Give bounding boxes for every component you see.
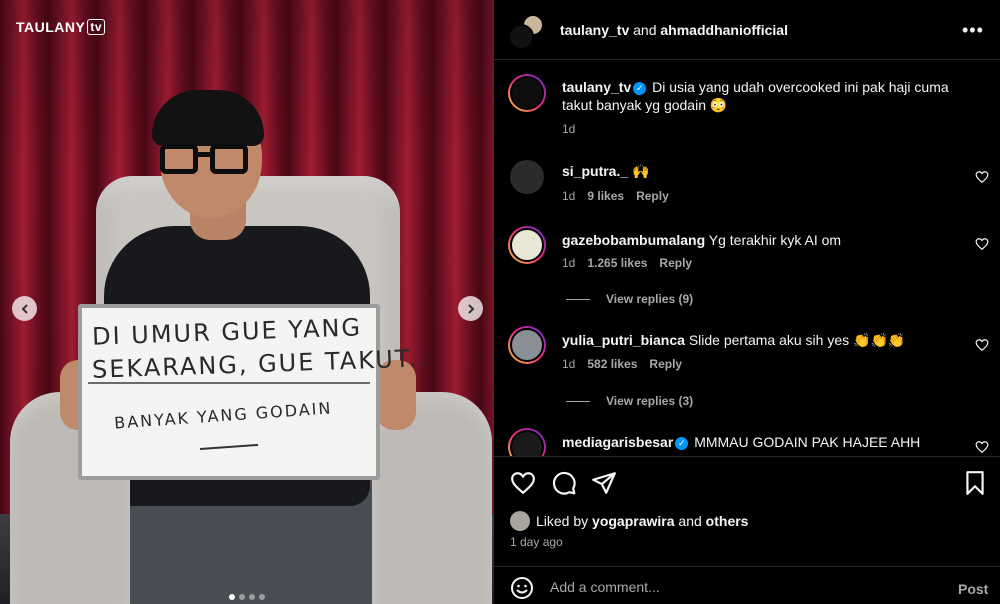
avatar[interactable] [508,428,546,456]
reply-button[interactable]: Reply [636,189,669,203]
next-slide-button[interactable] [458,296,483,321]
heart-icon[interactable] [975,237,989,251]
share-icon[interactable] [591,470,617,496]
username[interactable]: mediagarisbesar [562,434,673,450]
comment-text: 🙌 [632,163,650,179]
bookmark-icon[interactable] [962,470,988,496]
post-detail-panel: taulany_tv and ahmaddhaniofficial ••• ta… [494,0,1000,604]
previous-slide-button[interactable] [12,296,37,321]
emoji-icon[interactable] [510,576,534,600]
more-options-icon[interactable]: ••• [962,20,984,41]
post-photo: DI UMUR GUE YANG SEKARANG, GUE TAKUT.. B… [0,0,494,604]
username[interactable]: si_putra._ [562,163,628,179]
author-link[interactable]: taulany_tv [560,22,629,38]
whiteboard-sign: DI UMUR GUE YANG SEKARANG, GUE TAKUT.. B… [78,304,428,480]
verified-badge-icon: ✓ [633,81,647,95]
board-line-2: SEKARANG, GUE TAKUT.. [91,344,429,384]
caption-time: 1d [562,122,576,136]
avatar[interactable] [508,226,546,264]
collab-avatars[interactable] [508,14,544,50]
post-button[interactable]: Post [958,581,988,597]
username[interactable]: gazebobambumalang [562,232,705,248]
comment-text: Yg terakhir kyk AI om [708,232,842,248]
avatar [510,511,530,531]
author-link[interactable]: ahmaddhaniofficial [660,22,788,38]
heart-icon[interactable] [975,338,989,352]
carousel-dot [239,594,245,600]
carousel-dot [229,594,235,600]
likes-count[interactable]: 9 likes [587,189,624,203]
avatar [508,24,534,50]
reply-button[interactable]: Reply [659,256,692,270]
username[interactable]: yulia_putri_bianca [562,332,685,348]
glasses [160,144,252,176]
heart-icon[interactable] [975,440,989,454]
verified-badge-icon: ✓ [675,436,689,450]
taulany-tv-logo: TAULANY tv [16,19,106,35]
likes-count[interactable]: 1.265 likes [587,256,647,270]
reply-button[interactable]: Reply [649,357,682,371]
liked-by: Liked by yogaprawira and others [510,511,748,531]
avatar[interactable] [508,326,546,364]
comment-text: MMMAU GODAIN PAK HAJEE AHH [694,434,921,450]
avatar[interactable] [510,160,544,194]
post-header: taulany_tv and ahmaddhaniofficial ••• [494,0,1000,60]
post-authors: taulany_tv and ahmaddhaniofficial [560,22,788,38]
post-timestamp: 1 day ago [510,535,563,549]
username[interactable]: taulany_tv [562,79,631,95]
board-line-3: BANYAK YANG GODAIN [113,398,333,433]
board-line-1: DI UMUR GUE YANG [91,313,363,351]
comment-text: Slide pertama aku sih yes 👏👏👏 [688,332,906,348]
comments-list: taulany_tv ✓ Di usia yang udah overcooked… [494,60,1000,456]
like-heart-icon[interactable] [510,470,536,496]
avatar[interactable] [508,74,546,112]
comment-input[interactable] [550,575,920,599]
chevron-left-icon [21,303,28,314]
likes-others-link[interactable]: others [706,513,749,529]
likes-count[interactable]: 582 likes [587,357,637,371]
view-replies-button[interactable]: View replies (3) [566,394,693,408]
view-replies-button[interactable]: View replies (9) [566,292,693,306]
add-comment-bar: Post [494,566,1000,604]
comment-icon[interactable] [551,470,577,496]
carousel-indicator [0,594,494,600]
post-actions: Liked by yogaprawira and others 1 day ag… [494,456,1000,566]
liker-username[interactable]: yogaprawira [592,513,674,529]
carousel-dot [249,594,255,600]
heart-icon[interactable] [975,170,989,184]
chevron-right-icon [467,303,474,314]
carousel-dot [259,594,265,600]
